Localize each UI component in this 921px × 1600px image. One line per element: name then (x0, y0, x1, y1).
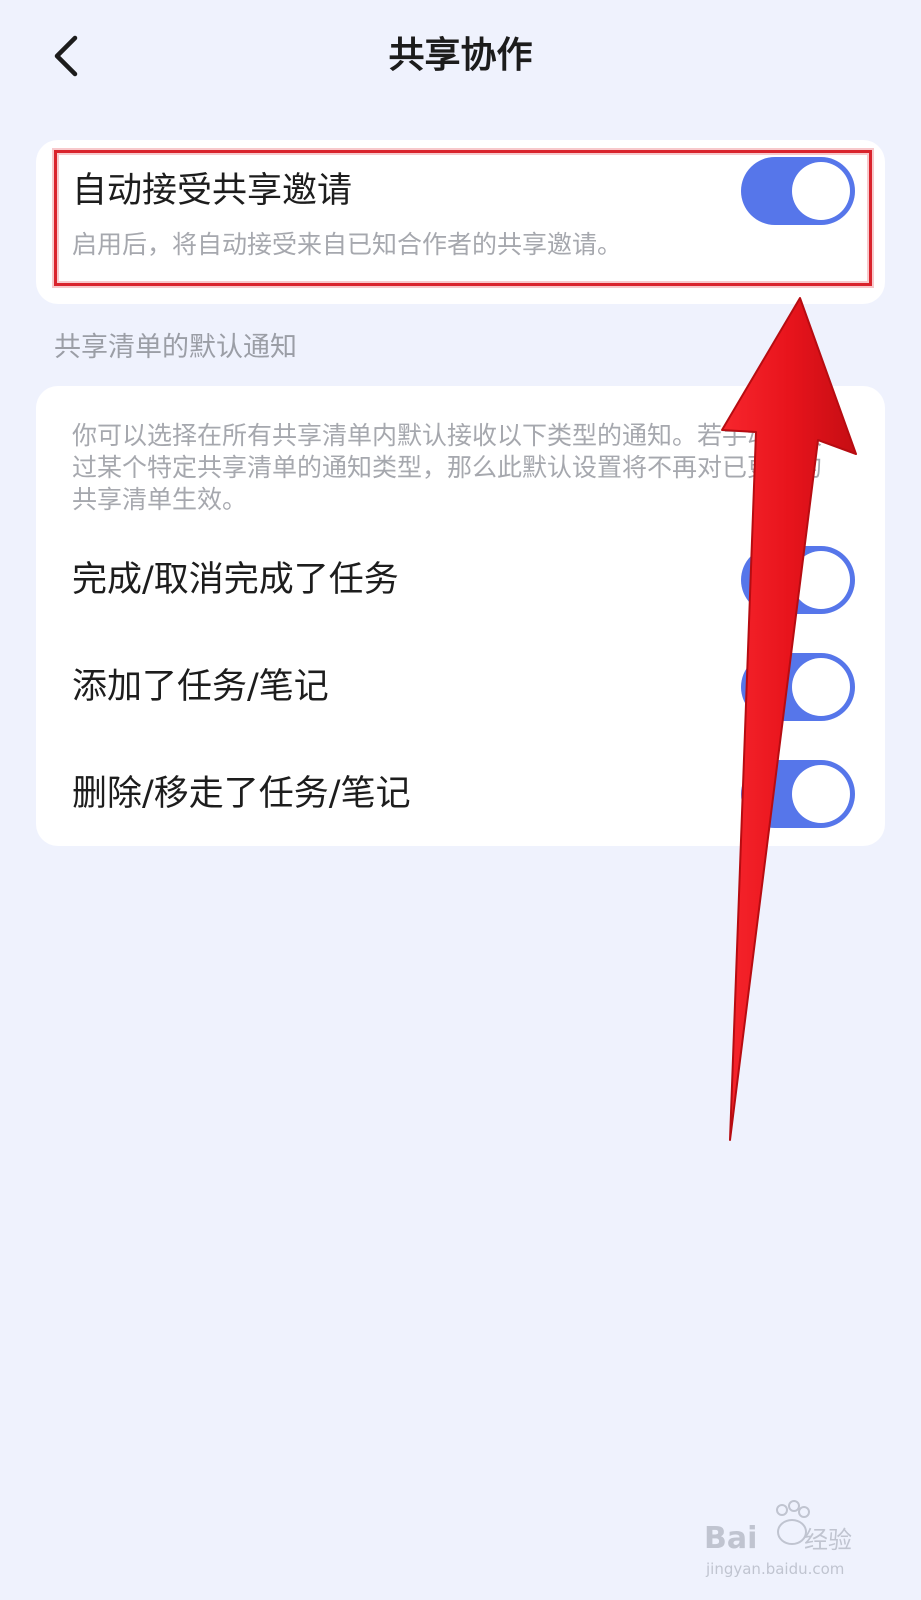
svg-text:jingyan.baidu.com: jingyan.baidu.com (705, 1560, 844, 1578)
svg-text:Bai: Bai (704, 1521, 757, 1556)
auto-accept-title: 自动接受共享邀请 (72, 171, 353, 211)
auto-accept-toggle[interactable] (741, 157, 855, 225)
svg-text:经验: 经验 (804, 1526, 852, 1554)
header-bar: 共享协作 (0, 0, 921, 112)
notify-item-remove-toggle[interactable] (741, 760, 855, 828)
notify-item-complete-toggle[interactable] (741, 546, 855, 614)
notify-item-add-label: 添加了任务/笔记 (72, 667, 329, 707)
toggle-knob (792, 162, 850, 220)
toggle-knob (792, 551, 850, 609)
auto-accept-description: 启用后，将自动接受来自已知合作者的共享邀请。 (72, 230, 623, 259)
notify-item-add-toggle[interactable] (741, 653, 855, 721)
notify-item-remove-label: 删除/移走了任务/笔记 (72, 774, 411, 814)
notify-item-complete-label: 完成/取消完成了任务 (72, 560, 399, 600)
page-title: 共享协作 (388, 35, 533, 76)
toggle-knob (792, 658, 850, 716)
baidu-jingyan-watermark: Bai 经验 jingyan.baidu.com (704, 1500, 852, 1578)
section-label: 共享清单的默认通知 (54, 332, 297, 363)
toggle-knob (792, 765, 850, 823)
notification-description: 你可以选择在所有共享清单内默认接收以下类型的通知。若手动更改过某个特定共享清单的… (72, 421, 823, 514)
